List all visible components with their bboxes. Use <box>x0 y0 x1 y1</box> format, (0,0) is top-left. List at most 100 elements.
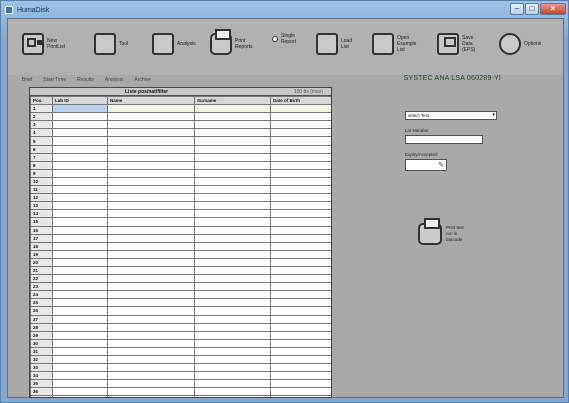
table-cell[interactable] <box>52 314 108 324</box>
table-cell[interactable] <box>194 306 271 316</box>
table-cell[interactable] <box>107 168 195 178</box>
table-row[interactable]: 1 <box>30 104 331 114</box>
maximize-icon[interactable]: □ <box>525 3 539 15</box>
table-cell[interactable] <box>52 241 108 251</box>
table-cell[interactable] <box>194 152 271 162</box>
table-cell[interactable] <box>194 233 271 243</box>
table-cell[interactable] <box>52 104 108 114</box>
table-cell[interactable] <box>107 104 195 114</box>
open-example-list-button[interactable]: Open Example List <box>372 33 416 55</box>
table-cell[interactable] <box>52 201 108 211</box>
table-cell[interactable] <box>107 354 195 365</box>
table-cell[interactable] <box>52 152 108 162</box>
table-cell[interactable] <box>52 265 108 276</box>
table-cell[interactable] <box>270 363 331 373</box>
table-row[interactable]: 32 <box>30 354 331 365</box>
table-row[interactable]: 24 <box>30 290 331 300</box>
table-cell[interactable] <box>194 104 271 114</box>
table-cell[interactable] <box>270 322 331 332</box>
table-cell[interactable] <box>52 371 108 381</box>
minimize-icon[interactable]: – <box>510 3 524 15</box>
table-cell[interactable] <box>270 241 331 251</box>
table-cell[interactable] <box>52 112 108 122</box>
tab-archive[interactable]: Archive <box>134 77 151 83</box>
table-cell[interactable] <box>270 225 331 235</box>
table-cell[interactable] <box>107 306 195 316</box>
table-cell[interactable] <box>194 112 271 122</box>
table-cell[interactable] <box>107 112 195 122</box>
table-cell[interactable] <box>194 387 271 397</box>
table-cell[interactable] <box>194 209 271 219</box>
table-cell[interactable] <box>52 298 108 308</box>
table-cell[interactable] <box>270 120 331 130</box>
table-cell[interactable] <box>194 363 271 373</box>
table-cell[interactable] <box>52 233 108 243</box>
table-row[interactable]: 8 <box>30 160 331 170</box>
table-cell[interactable] <box>270 290 331 300</box>
table-cell[interactable] <box>52 306 108 316</box>
table-cell[interactable] <box>107 160 195 170</box>
table-cell[interactable] <box>107 338 195 348</box>
table-cell[interactable] <box>270 395 331 397</box>
table-cell[interactable] <box>107 265 195 276</box>
table-row[interactable]: 23 <box>30 282 331 292</box>
table-cell[interactable] <box>107 274 195 284</box>
new-printlist-button[interactable]: New PrintList <box>22 33 65 55</box>
table-row[interactable]: 17 <box>30 233 331 243</box>
table-cell[interactable] <box>52 209 108 219</box>
analysis-button[interactable]: Analysis <box>152 33 196 55</box>
table-cell[interactable] <box>270 346 331 357</box>
table-cell[interactable] <box>194 241 271 251</box>
table-cell[interactable] <box>270 298 331 308</box>
table-row[interactable]: 15 <box>30 217 331 227</box>
table-cell[interactable] <box>52 257 108 267</box>
table-cell[interactable] <box>270 233 331 243</box>
table-row[interactable]: 29 <box>30 330 331 340</box>
tab-analysis[interactable]: Analysis <box>105 77 124 83</box>
table-cell[interactable] <box>107 120 195 130</box>
table-cell[interactable] <box>194 346 271 357</box>
table-cell[interactable] <box>270 168 331 178</box>
table-cell[interactable] <box>107 193 195 203</box>
select-test-dropdown[interactable]: select Test ▾ <box>405 111 497 120</box>
table-cell[interactable] <box>270 201 331 211</box>
table-cell[interactable] <box>194 185 271 195</box>
table-cell[interactable] <box>194 338 271 348</box>
table-cell[interactable] <box>52 379 108 389</box>
table-cell[interactable] <box>107 209 195 219</box>
tool-button[interactable]: Tool <box>94 33 128 55</box>
table-cell[interactable] <box>52 217 108 227</box>
options-button[interactable]: Options <box>499 33 541 55</box>
table-cell[interactable] <box>194 217 271 227</box>
save-data-button[interactable]: Save Data (EPS) <box>437 33 475 55</box>
table-cell[interactable] <box>270 152 331 162</box>
table-cell[interactable] <box>52 160 108 170</box>
table-row[interactable]: 12 <box>30 193 331 203</box>
table-cell[interactable] <box>52 120 108 130</box>
table-cell[interactable] <box>194 176 271 187</box>
table-cell[interactable] <box>194 395 271 397</box>
table-cell[interactable] <box>194 136 271 146</box>
table-row[interactable]: 11 <box>30 185 331 195</box>
table-cell[interactable] <box>107 217 195 227</box>
table-cell[interactable] <box>52 185 108 195</box>
table-row[interactable]: 13 <box>30 201 331 211</box>
table-cell[interactable] <box>107 185 195 195</box>
close-icon[interactable]: × <box>540 3 566 15</box>
table-cell[interactable] <box>194 201 271 211</box>
table-cell[interactable] <box>52 225 108 235</box>
table-row[interactable]: 35 <box>30 379 331 389</box>
table-cell[interactable] <box>107 346 195 357</box>
table-cell[interactable] <box>107 298 195 308</box>
table-row[interactable]: 7 <box>30 152 331 162</box>
table-cell[interactable] <box>107 290 195 300</box>
table-cell[interactable] <box>107 330 195 340</box>
table-cell[interactable] <box>52 282 108 292</box>
table-cell[interactable] <box>52 330 108 340</box>
table-cell[interactable] <box>107 379 195 389</box>
table-row[interactable]: 26 <box>30 306 331 316</box>
table-cell[interactable] <box>107 322 195 332</box>
table-cell[interactable] <box>52 136 108 146</box>
table-cell[interactable] <box>194 128 271 138</box>
table-cell[interactable] <box>270 160 331 170</box>
